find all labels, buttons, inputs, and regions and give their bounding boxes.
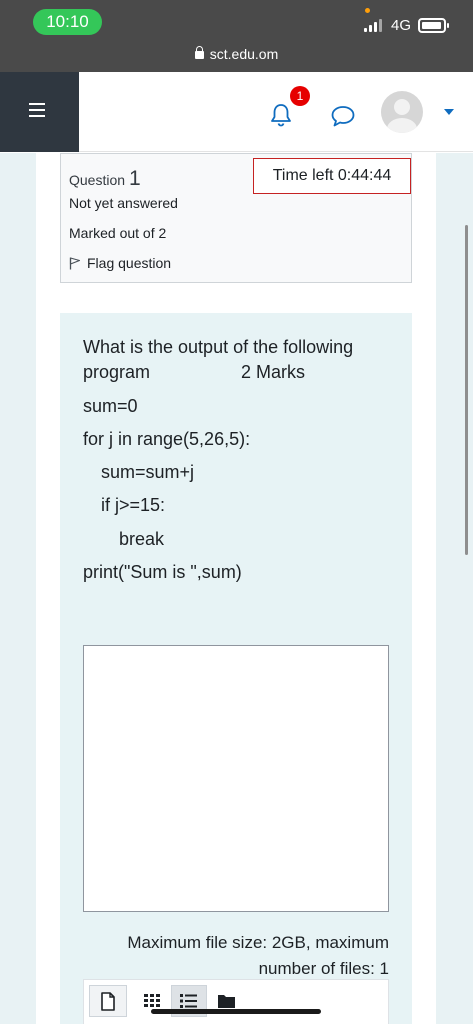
- question-marks-label: 2 Marks: [241, 362, 306, 382]
- question-number: Question 1: [69, 167, 141, 191]
- question-state: Not yet answered: [69, 195, 178, 211]
- quiz-timer: Time left 0:44:44: [253, 158, 411, 194]
- avatar-icon[interactable]: [381, 91, 423, 133]
- add-file-button[interactable]: [89, 985, 127, 1017]
- menu-button[interactable]: [0, 72, 79, 152]
- code-line: for j in range(5,26,5):: [83, 429, 251, 449]
- signal-icon: [364, 18, 384, 32]
- code-line: break: [119, 529, 165, 549]
- code-line: print("Sum is ",sum): [83, 562, 242, 582]
- flag-question-link[interactable]: Flag question: [69, 255, 171, 271]
- url-bar[interactable]: sct.edu.om: [0, 46, 473, 62]
- home-indicator: [151, 1009, 321, 1014]
- flag-icon: [69, 257, 81, 270]
- code-line: sum=sum+j: [101, 462, 195, 482]
- code-line: if j>=15:: [101, 495, 166, 515]
- caret-down-icon[interactable]: [444, 109, 454, 115]
- status-time: 10:10: [33, 9, 102, 35]
- lock-icon: [194, 46, 204, 59]
- file-icon: [101, 992, 115, 1011]
- file-limits-line-1: Maximum file size: 2GB, maximum: [127, 933, 389, 952]
- network-type: 4G: [391, 17, 412, 34]
- url-text: sct.edu.om: [209, 46, 279, 62]
- question-marks: Marked out of 2: [69, 225, 167, 241]
- flag-question-label: Flag question: [87, 255, 172, 271]
- question-number-value: 1: [129, 167, 141, 190]
- question-label: Question: [69, 172, 126, 188]
- browser-top-bar: 10:10 4G sct.edu.om: [0, 0, 473, 72]
- chat-icon[interactable]: [330, 104, 356, 128]
- notification-badge: 1: [290, 86, 310, 106]
- question-text-line-2: program: [83, 362, 151, 382]
- code-line: sum=0: [83, 396, 138, 416]
- battery-icon: [418, 18, 449, 33]
- bell-icon[interactable]: [270, 103, 292, 127]
- scrollbar[interactable]: [465, 225, 468, 555]
- mic-indicator-icon: [365, 8, 370, 13]
- answer-textarea[interactable]: [83, 645, 389, 912]
- question-text-line-1: What is the output of the following: [83, 337, 354, 357]
- file-limits-text: Maximum file size: 2GB, maximum number o…: [83, 930, 389, 982]
